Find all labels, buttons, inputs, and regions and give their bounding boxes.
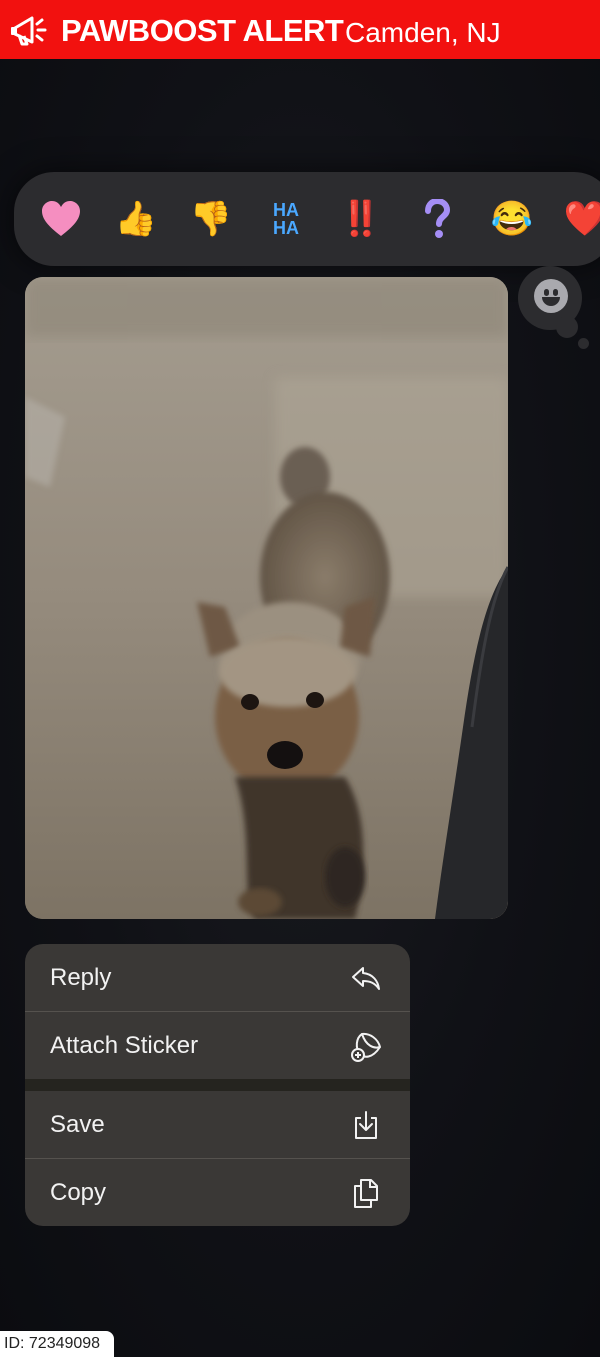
heart-reaction-button[interactable] [38, 196, 84, 242]
red-heart-icon: ❤️ [563, 200, 600, 238]
copy-icon [354, 1178, 378, 1208]
dog-photo-image [25, 277, 508, 919]
brand-title: PAWBOOST ALERT [61, 13, 344, 48]
reply-arrow-icon [352, 966, 380, 990]
listing-id: ID: 72349098 [0, 1331, 114, 1357]
thumbs-down-reaction-button[interactable]: 👎 [188, 196, 234, 242]
laughing-reaction-button[interactable]: 😂 [489, 196, 535, 242]
reply-menu-item[interactable]: Reply [25, 944, 410, 1011]
dog-photo[interactable] [25, 277, 508, 919]
laughing-icon: 😂 [490, 200, 534, 238]
megaphone-icon [11, 16, 47, 46]
attach-sticker-label: Attach Sticker [50, 1031, 199, 1059]
save-menu-item[interactable]: Save [25, 1091, 410, 1158]
haha-reaction-button[interactable]: HA HA [263, 196, 309, 242]
exclamation-icon: ‼️ [339, 200, 383, 238]
thumbs-down-icon: 👎 [189, 200, 233, 238]
context-menu: Reply Attach Sticker Save Copy [25, 944, 410, 1226]
reply-label: Reply [50, 963, 112, 991]
sticker-icon [351, 1032, 381, 1062]
menu-group-gap [25, 1079, 410, 1091]
save-download-icon [355, 1110, 377, 1139]
add-emoji-icon[interactable] [534, 279, 568, 313]
heart-icon [42, 201, 80, 236]
thumbs-up-reaction-button[interactable]: 👍 [113, 196, 159, 242]
copy-label: Copy [50, 1178, 107, 1206]
reaction-bubble-tail-small [578, 338, 589, 349]
location-label: Camden, NJ [345, 17, 501, 48]
more-reaction-button[interactable]: ❤️ [562, 196, 600, 242]
reaction-bar: 👍 👎 HA HA ‼️ 😂 ❤️ [14, 172, 600, 266]
question-icon [425, 199, 451, 238]
haha-icon-line2: HA [273, 218, 299, 238]
save-label: Save [50, 1110, 105, 1138]
question-reaction-button[interactable] [414, 196, 460, 242]
reaction-bubble-tail [556, 316, 578, 338]
thumbs-up-icon: 👍 [114, 200, 158, 238]
haha-icon: HA [273, 200, 299, 220]
attach-sticker-menu-item[interactable]: Attach Sticker [25, 1012, 410, 1079]
copy-menu-item[interactable]: Copy [25, 1159, 410, 1226]
pawboost-banner: PAWBOOST ALERT Camden, NJ [0, 0, 600, 59]
exclamation-reaction-button[interactable]: ‼️ [338, 196, 384, 242]
